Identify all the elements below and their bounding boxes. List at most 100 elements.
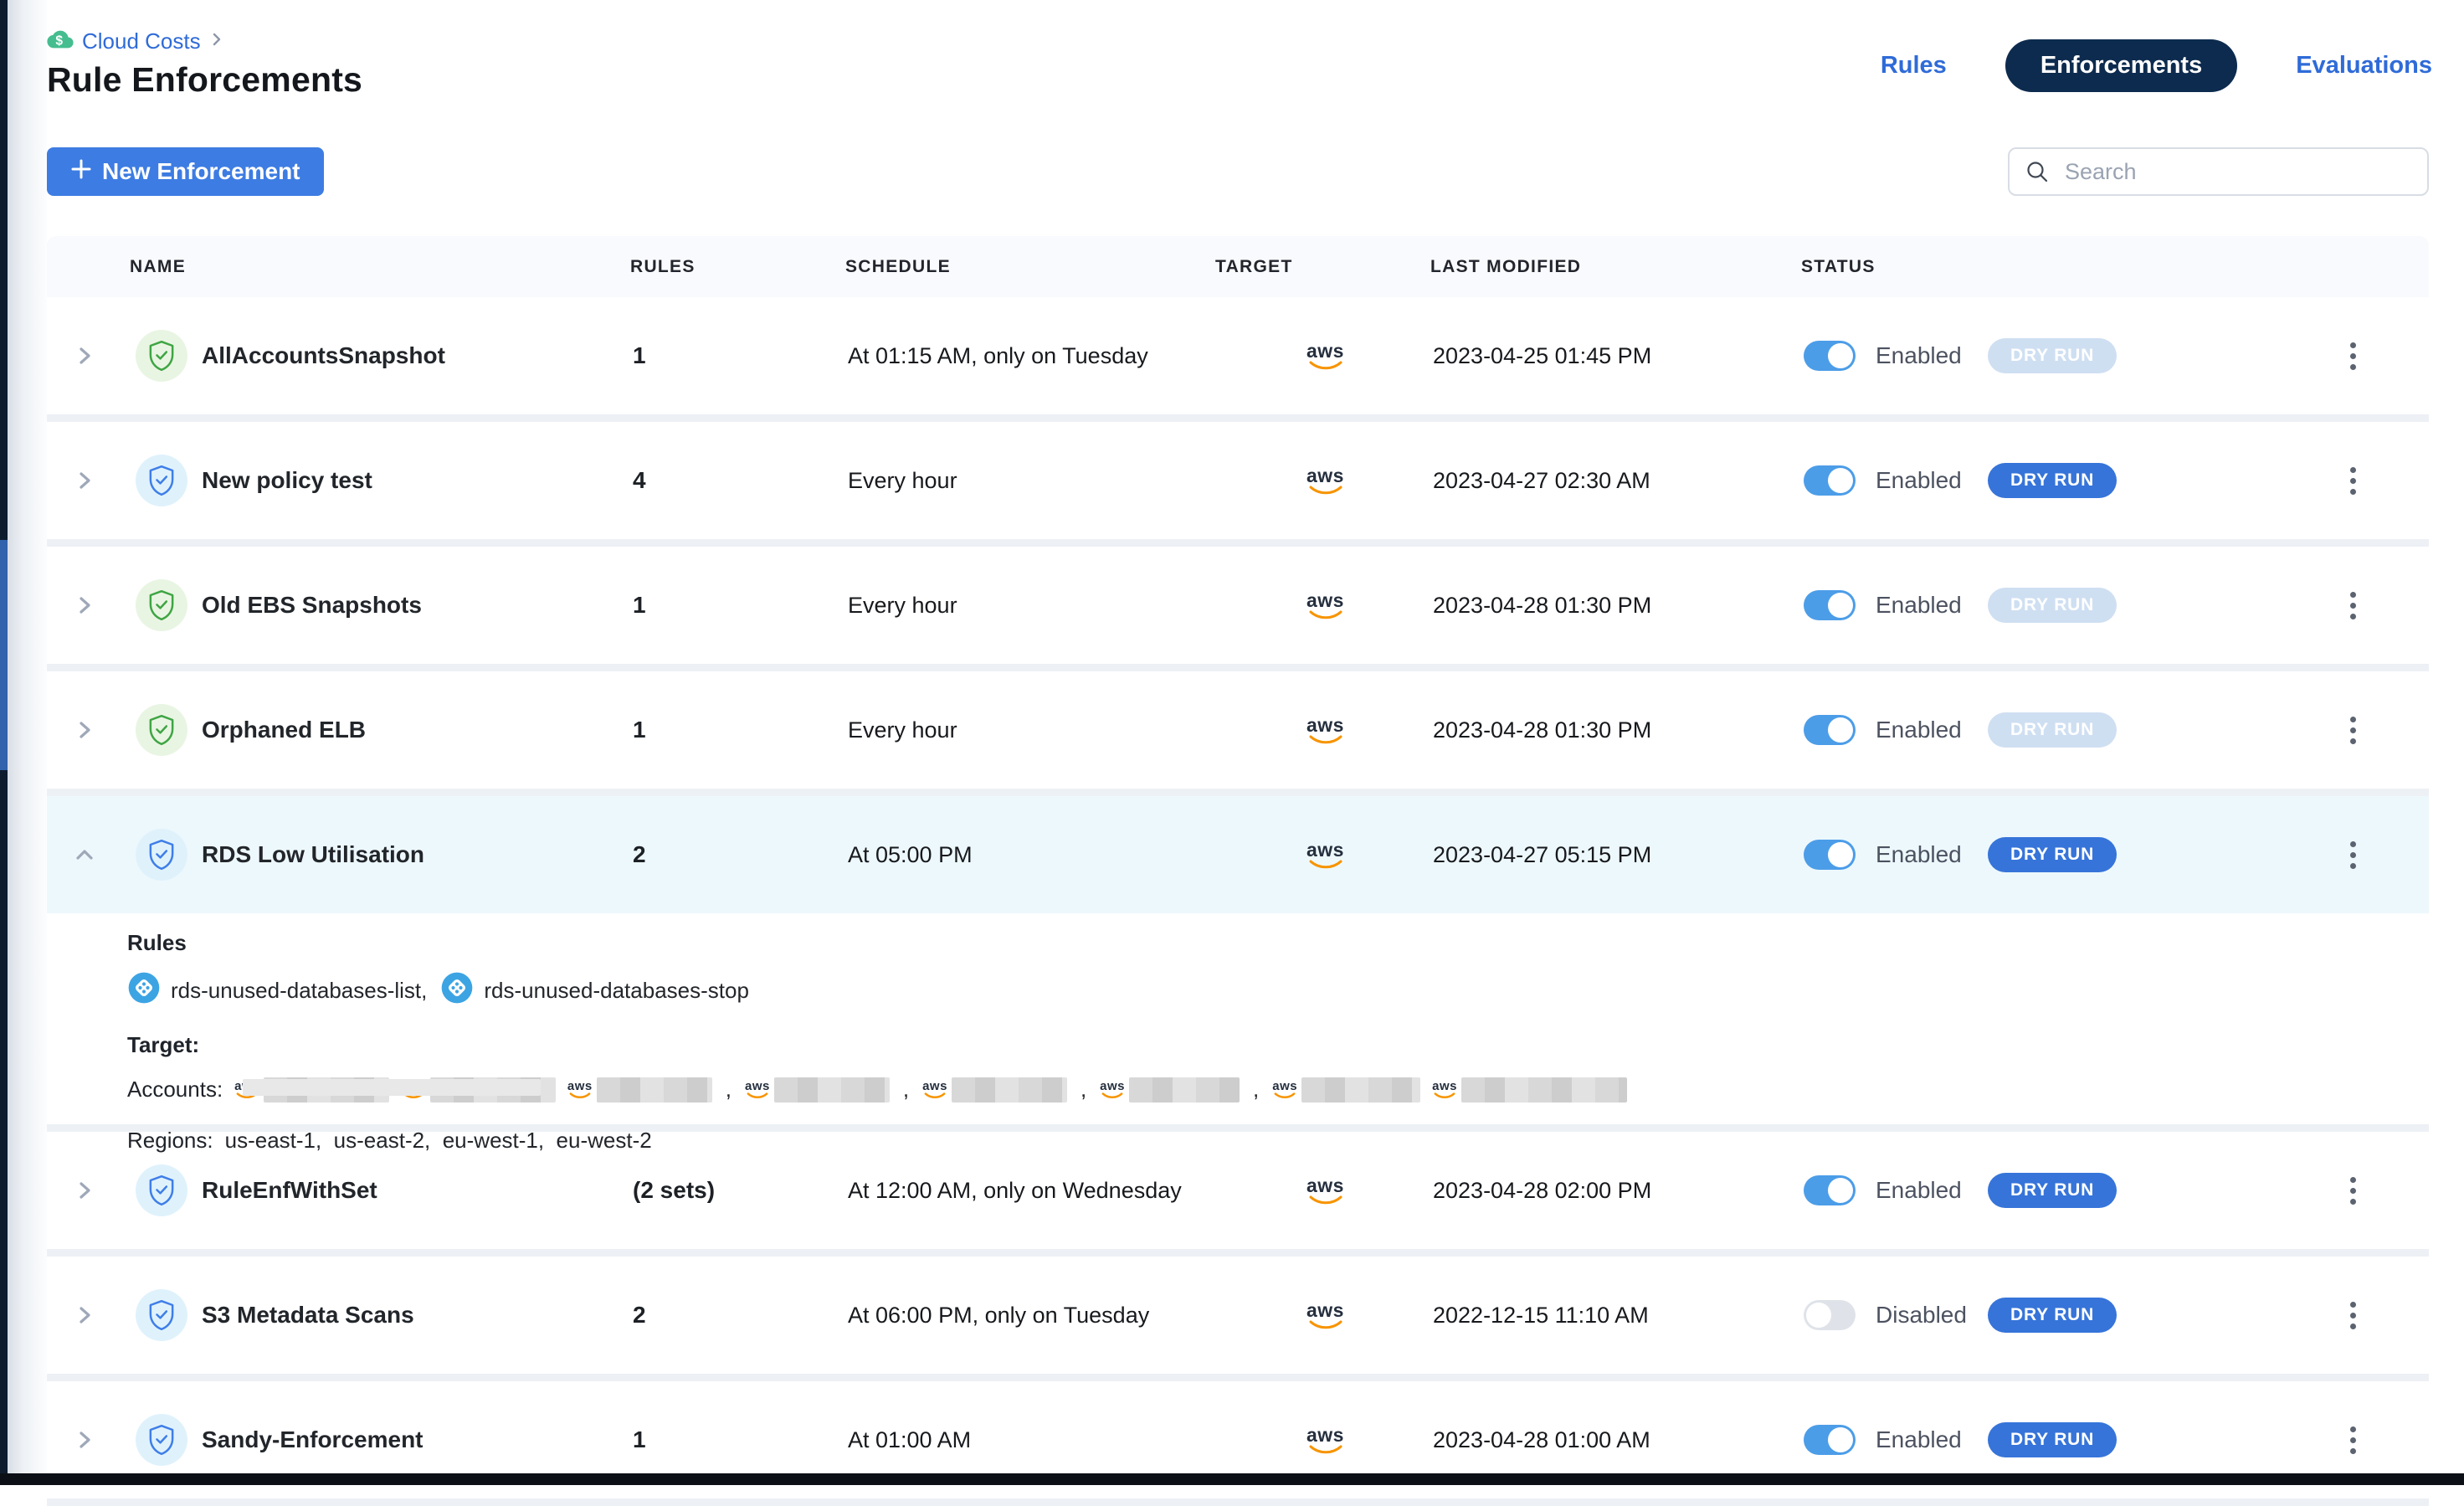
aws-icon: aws [1272, 1080, 1297, 1099]
breadcrumb-chevron-icon [209, 31, 224, 52]
schedule-text: Every hour [848, 593, 1218, 619]
last-modified: 2023-04-28 01:00 AM [1433, 1427, 1804, 1453]
dry-run-badge: DRY RUN [1988, 1298, 2117, 1333]
enforcement-name: S3 Metadata Scans [202, 1302, 633, 1329]
row-menu-kebab-icon[interactable] [2345, 1421, 2361, 1459]
rules-count: 2 [633, 841, 848, 868]
aws-account-redacted: aws [1272, 1077, 1420, 1103]
enabled-toggle[interactable] [1804, 590, 1856, 620]
enabled-toggle[interactable] [1804, 465, 1856, 496]
disabled-toggle[interactable] [1804, 1300, 1856, 1330]
last-modified: 2023-04-27 05:15 PM [1433, 842, 1804, 868]
search-input[interactable] [2008, 147, 2429, 196]
toolbar: New Enforcement [47, 147, 2429, 198]
table-row: S3 Metadata Scans 2 At 06:00 PM, only on… [47, 1257, 2429, 1374]
row-menu-kebab-icon[interactable] [2345, 712, 2361, 749]
row-menu-kebab-icon[interactable] [2345, 836, 2361, 874]
rules-count: 1 [633, 717, 848, 743]
rules-count: 1 [633, 1426, 848, 1453]
shield-check-icon [136, 1289, 187, 1341]
new-enforcement-button[interactable]: New Enforcement [47, 147, 324, 196]
aws-icon: aws [922, 1080, 947, 1099]
row-menu-kebab-icon[interactable] [2345, 1172, 2361, 1210]
enforcement-name: AllAccountsSnapshot [202, 342, 633, 369]
regions-value: us-east-1, us-east-2, eu-west-1, eu-west… [225, 1128, 652, 1154]
breadcrumb: $ Cloud Costs [47, 28, 224, 54]
expand-chevron-right-icon[interactable] [47, 1303, 122, 1328]
enforcement-name: Sandy-Enforcement [202, 1426, 633, 1453]
enabled-toggle[interactable] [1804, 341, 1856, 371]
regions-label: Regions: [127, 1128, 213, 1154]
rule-chip: rds-unused-databases-list, [127, 971, 427, 1010]
collapse-chevron-up-icon[interactable] [47, 842, 122, 867]
aws-account-redacted: aws [1100, 1077, 1240, 1103]
enforcement-name: RDS Low Utilisation [202, 841, 633, 868]
breadcrumb-link-cloud-costs[interactable]: Cloud Costs [82, 28, 201, 54]
enabled-toggle[interactable] [1804, 1175, 1856, 1205]
search-box [2008, 147, 2429, 196]
table-row: Orphaned ELB 1 Every hour aws 2023-04-28… [47, 671, 2429, 789]
table-row-expanded: RDS Low Utilisation 2 At 05:00 PM aws 20… [47, 796, 2429, 1124]
left-rail-scroll-thumb[interactable] [0, 540, 8, 770]
col-header-modified: LAST MODIFIED [1430, 236, 1581, 297]
last-modified: 2023-04-25 01:45 PM [1433, 343, 1804, 369]
toggle-label: Enabled [1876, 467, 1976, 494]
rules-count: 4 [633, 467, 848, 494]
row-menu-kebab-icon[interactable] [2345, 1297, 2361, 1334]
row-menu-kebab-icon[interactable] [2345, 587, 2361, 625]
col-header-target: TARGET [1215, 236, 1293, 297]
toggle-label: Enabled [1876, 841, 1976, 868]
toggle-label: Enabled [1876, 1426, 1976, 1453]
table-row: Old EBS Snapshots 1 Every hour aws 2023-… [47, 547, 2429, 664]
aws-icon: aws [1100, 1080, 1125, 1099]
dry-run-badge: DRY RUN [1988, 837, 2117, 872]
dry-run-badge: DRY RUN [1988, 1173, 2117, 1208]
rule-chip: rds-unused-databases-stop [440, 971, 749, 1010]
expand-chevron-right-icon[interactable] [47, 1427, 122, 1452]
schedule-text: At 01:00 AM [848, 1427, 1218, 1453]
shield-check-icon [136, 455, 187, 506]
rule-icon [127, 971, 161, 1010]
enforcements-table: NAME RULES SCHEDULE TARGET LAST MODIFIED… [47, 236, 2429, 1506]
shield-check-icon [136, 1164, 187, 1216]
separator: , [1253, 1077, 1259, 1103]
status-cell: Enabled DRY RUN [1804, 1422, 2277, 1457]
aws-target-icon: aws [1218, 1426, 1433, 1455]
cloud-costs-icon: $ [47, 28, 74, 54]
expand-chevron-right-icon[interactable] [47, 1178, 122, 1203]
schedule-text: At 12:00 AM, only on Wednesday [848, 1178, 1218, 1204]
tab-evaluations[interactable]: Evaluations [2289, 52, 2439, 80]
page-gutter [8, 0, 47, 1485]
rules-count: 1 [633, 342, 848, 369]
page-title: Rule Enforcements [47, 60, 362, 100]
expand-chevron-right-icon[interactable] [47, 717, 122, 743]
enforcement-name: Old EBS Snapshots [202, 592, 633, 619]
enabled-toggle[interactable] [1804, 715, 1856, 745]
redacted-strip [243, 1079, 541, 1096]
last-modified: 2022-12-15 11:10 AM [1433, 1303, 1804, 1329]
enabled-toggle[interactable] [1804, 840, 1856, 870]
plus-icon [70, 158, 92, 186]
new-enforcement-label: New Enforcement [102, 158, 300, 185]
dry-run-badge: DRY RUN [1988, 463, 2117, 498]
expand-chevron-right-icon[interactable] [47, 343, 122, 368]
view-tabs: Rules Enforcements Evaluations [1874, 37, 2439, 94]
shield-check-icon [136, 829, 187, 881]
accounts-label: Accounts: [127, 1077, 223, 1103]
expanded-detail-panel: Rules rds-unused-databases-list, rds-unu… [47, 913, 2429, 1124]
enabled-toggle[interactable] [1804, 1425, 1856, 1455]
expand-chevron-right-icon[interactable] [47, 468, 122, 493]
bottom-edge-strip [0, 1473, 2464, 1485]
aws-account-redacted: aws [567, 1077, 712, 1103]
enforcement-name: Orphaned ELB [202, 717, 633, 743]
tab-enforcements-active[interactable]: Enforcements [2005, 39, 2237, 92]
expand-chevron-right-icon[interactable] [47, 593, 122, 618]
dry-run-badge: DRY RUN [1988, 588, 2117, 623]
status-cell: Enabled DRY RUN [1804, 837, 2277, 872]
row-menu-kebab-icon[interactable] [2345, 337, 2361, 375]
tab-rules[interactable]: Rules [1874, 52, 1953, 80]
table-row: AllAccountsSnapshot 1 At 01:15 AM, only … [47, 297, 2429, 414]
svg-text:$: $ [55, 34, 63, 49]
schedule-text: At 05:00 PM [848, 842, 1218, 868]
row-menu-kebab-icon[interactable] [2345, 462, 2361, 500]
